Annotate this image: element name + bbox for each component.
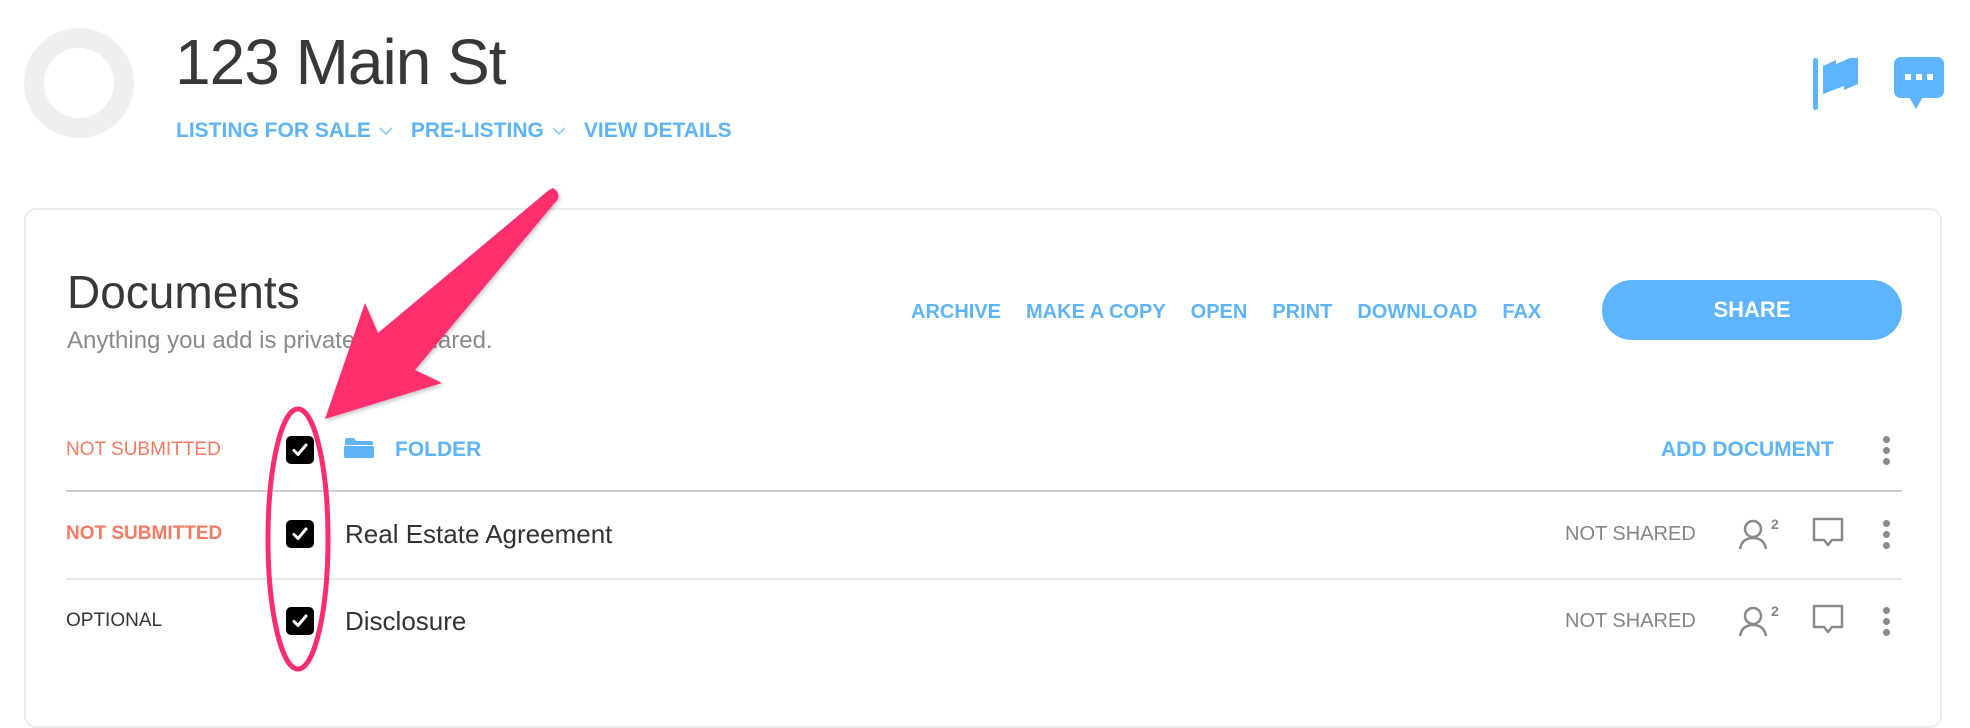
document-row[interactable]: NOT SUBMITTED Real Estate Agreement NOT …	[66, 514, 1902, 554]
folder-link[interactable]: FOLDER	[395, 438, 481, 462]
flag-icon[interactable]	[1810, 56, 1862, 117]
page-title: 123 Main St	[175, 26, 507, 98]
document-actions: ARCHIVE MAKE A COPY OPEN PRINT DOWNLOAD …	[911, 297, 1566, 327]
participant-count: 2	[1771, 516, 1779, 532]
add-document-button[interactable]: ADD DOCUMENT	[1661, 438, 1834, 462]
document-row[interactable]: OPTIONAL Disclosure NOT SHARED 2	[66, 601, 1902, 641]
comment-icon[interactable]	[1812, 603, 1844, 640]
row-divider	[66, 578, 1902, 580]
participants-button[interactable]: 2	[1738, 516, 1779, 550]
fax-button[interactable]: FAX	[1502, 301, 1541, 324]
listing-subnav: LISTING FOR SALE PRE-LISTING VIEW DETAIL…	[176, 116, 732, 146]
participant-count: 2	[1771, 603, 1779, 619]
chevron-down-icon	[379, 126, 393, 136]
person-icon	[1738, 519, 1768, 550]
row-divider	[66, 490, 1902, 492]
documents-title: Documents	[67, 266, 300, 318]
document-name[interactable]: Disclosure	[345, 606, 466, 637]
documents-subtitle: Anything you add is private until shared…	[67, 327, 493, 354]
listing-status-label: LISTING FOR SALE	[176, 119, 371, 142]
checkmark-icon	[292, 614, 308, 627]
share-button[interactable]: SHARE	[1602, 280, 1902, 340]
folder-more-menu-icon[interactable]	[1878, 435, 1894, 465]
more-menu-icon[interactable]	[1878, 606, 1894, 636]
avatar-placeholder	[24, 28, 134, 138]
print-button[interactable]: PRINT	[1272, 301, 1332, 324]
person-icon	[1738, 606, 1768, 637]
open-button[interactable]: OPEN	[1191, 301, 1248, 324]
checkmark-icon	[292, 443, 308, 456]
status-badge: NOT SUBMITTED	[66, 439, 221, 460]
checkmark-icon	[292, 527, 308, 540]
document-checkbox[interactable]	[286, 607, 314, 635]
view-details-link[interactable]: VIEW DETAILS	[584, 119, 732, 143]
listing-status-dropdown[interactable]: LISTING FOR SALE	[176, 119, 411, 143]
make-a-copy-button[interactable]: MAKE A COPY	[1026, 301, 1166, 324]
participants-button[interactable]: 2	[1738, 603, 1779, 637]
status-badge: NOT SUBMITTED	[66, 523, 223, 544]
share-status: NOT SHARED	[1565, 609, 1696, 632]
document-name[interactable]: Real Estate Agreement	[345, 519, 612, 550]
more-menu-icon[interactable]	[1878, 519, 1894, 549]
folder-checkbox[interactable]	[286, 436, 314, 464]
folder-row: NOT SUBMITTED FOLDER ADD DOCUMENT	[66, 430, 1902, 470]
chevron-down-icon	[552, 126, 566, 136]
comment-icon[interactable]	[1812, 516, 1844, 553]
chat-bubble-icon[interactable]	[1893, 56, 1945, 117]
download-button[interactable]: DOWNLOAD	[1357, 301, 1477, 324]
listing-stage-dropdown[interactable]: PRE-LISTING	[411, 119, 584, 143]
share-status: NOT SHARED	[1565, 522, 1696, 545]
archive-button[interactable]: ARCHIVE	[911, 301, 1001, 324]
status-badge: OPTIONAL	[66, 610, 163, 631]
listing-stage-label: PRE-LISTING	[410, 119, 544, 142]
folder-icon	[344, 437, 374, 464]
document-checkbox[interactable]	[286, 520, 314, 548]
